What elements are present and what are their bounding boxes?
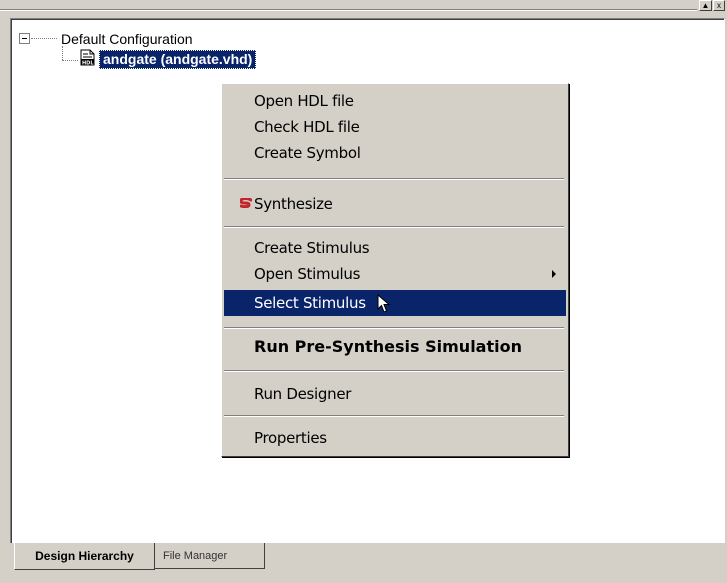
design-hierarchy-panel: Default Configuration HDL andgate (andga… (10, 18, 725, 544)
tree-connector (62, 46, 63, 60)
menu-item-label: Synthesize (254, 195, 333, 213)
tab-file-manager[interactable]: File Manager (155, 543, 265, 569)
menu-item-run-designer[interactable]: Run Designer (224, 381, 566, 407)
menu-item-create-symbol[interactable]: Create Symbol (224, 140, 566, 166)
close-button[interactable]: x (713, 0, 725, 11)
menu-item-select-stimulus[interactable]: Select Stimulus (224, 290, 566, 316)
panel-tab-bar: Design Hierarchy File Manager (0, 543, 727, 583)
menu-item-label: Run Designer (254, 385, 352, 403)
tree-item-andgate[interactable]: andgate (andgate.vhd) (99, 50, 257, 69)
menu-item-properties[interactable]: Properties (224, 425, 566, 451)
tab-design-hierarchy[interactable]: Design Hierarchy (14, 543, 155, 570)
svg-text:HDL: HDL (82, 61, 94, 67)
hdl-file-icon: HDL (80, 49, 95, 66)
menu-item-label: Run Pre-Synthesis Simulation (254, 337, 522, 356)
menu-item-label: Create Stimulus (254, 239, 370, 257)
submenu-arrow-icon (552, 270, 556, 278)
menu-item-synthesize[interactable]: Synthesize (224, 191, 566, 217)
menu-item-create-stimulus[interactable]: Create Stimulus (224, 235, 566, 261)
synthesize-icon (240, 198, 252, 208)
tree-connector (62, 60, 78, 61)
menu-item-run-pre-synthesis-simulation[interactable]: Run Pre-Synthesis Simulation (224, 334, 566, 360)
menu-separator (224, 327, 564, 329)
menu-item-label: Open HDL file (254, 92, 354, 110)
menu-item-open-stimulus[interactable]: Open Stimulus (224, 261, 566, 287)
collapse-toggle[interactable] (19, 33, 30, 44)
menu-item-open-hdl-file[interactable]: Open HDL file (224, 88, 566, 114)
menu-item-label: Check HDL file (254, 118, 360, 136)
menu-item-label: Select Stimulus (254, 294, 366, 312)
menu-item-label: Properties (254, 429, 327, 447)
menu-separator (224, 178, 564, 180)
menu-item-check-hdl-file[interactable]: Check HDL file (224, 114, 566, 140)
scroll-up-button[interactable]: ▲ (699, 0, 712, 11)
menu-item-label: Open Stimulus (254, 265, 361, 283)
context-menu: Open HDL file Check HDL file Create Symb… (221, 83, 569, 457)
menu-separator (224, 226, 564, 228)
menu-item-label: Create Symbol (254, 144, 361, 162)
tree-connector (31, 38, 57, 39)
menu-separator (224, 415, 564, 417)
mouse-pointer-icon (377, 294, 391, 313)
tree-root-label[interactable]: Default Configuration (61, 31, 193, 47)
menu-separator (224, 370, 564, 372)
top-strip: ▲ x (0, 0, 727, 12)
